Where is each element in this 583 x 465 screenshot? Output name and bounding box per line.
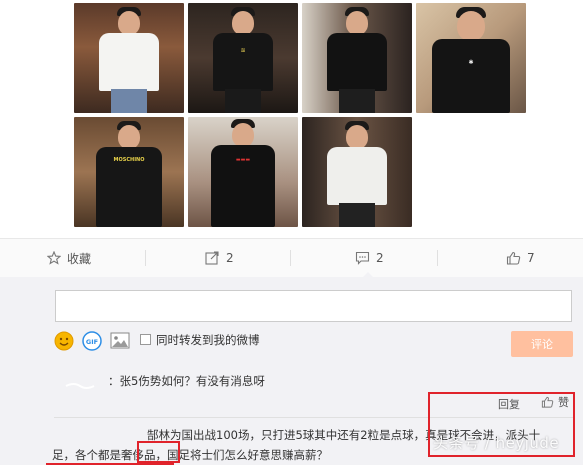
like-count: 7 — [527, 251, 535, 265]
favorite-button[interactable]: 收藏 — [47, 239, 91, 277]
photo-2[interactable]: ≋ — [188, 3, 298, 113]
photo-5[interactable]: MOSCHINO — [74, 117, 184, 227]
post-action-bar: 收藏 2 2 7 — [0, 238, 583, 278]
share-to-weibo-label: 同时转发到我的微博 — [156, 333, 260, 347]
avatar[interactable] — [60, 366, 100, 406]
share-button[interactable]: 2 — [205, 239, 234, 277]
photo-7[interactable] — [302, 117, 412, 227]
comment-icon — [355, 251, 370, 265]
watermark: 头条号 / heyjude — [433, 434, 560, 452]
svg-text:GIF: GIF — [86, 338, 98, 346]
photo-4[interactable]: ✱ — [416, 3, 526, 113]
comment-input[interactable] — [55, 290, 572, 322]
submit-comment-button[interactable]: 评论 — [511, 331, 573, 357]
gif-icon[interactable]: GIF — [82, 331, 102, 355]
share-count: 2 — [226, 251, 234, 265]
thumbs-up-icon — [506, 251, 521, 265]
comment-text-line-2: 足，各个都是奢侈品，国足将士们怎么好意思赚高薪？ — [52, 448, 328, 462]
divider — [290, 250, 291, 266]
divider — [437, 250, 438, 266]
favorite-label: 收藏 — [67, 251, 92, 266]
divider — [145, 250, 146, 266]
share-to-weibo-checkbox[interactable] — [140, 334, 151, 345]
photo-3[interactable] — [302, 3, 412, 113]
comment-text: ：张5伤势如何？有没有消息呀 — [108, 374, 265, 388]
image-icon[interactable] — [110, 332, 130, 353]
like-button[interactable]: 7 — [506, 239, 535, 277]
photo-1[interactable] — [74, 3, 184, 113]
emoji-icon[interactable] — [54, 331, 74, 355]
comment-count: 2 — [376, 251, 384, 265]
star-icon — [47, 251, 61, 265]
photo-6[interactable]: ▬▬▬ — [188, 117, 298, 227]
share-icon — [205, 251, 219, 265]
annotation-box-left — [137, 441, 180, 463]
